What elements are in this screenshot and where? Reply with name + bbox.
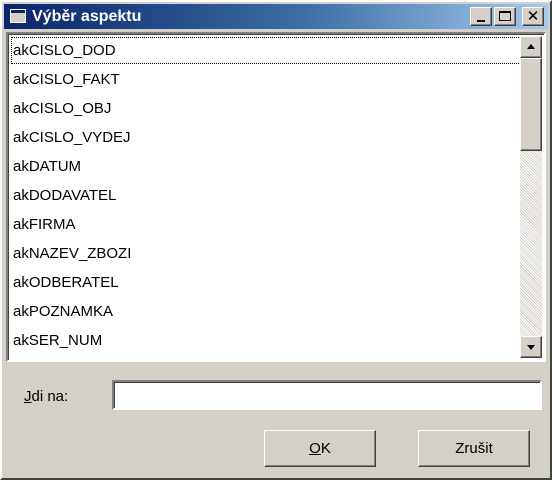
maximize-icon [499,11,511,21]
window-icon[interactable] [10,9,26,23]
list-item[interactable]: akCISLO_VYDEJ [10,123,524,152]
goto-label-rest: di na: [31,388,69,405]
list-item[interactable]: akDATUM [10,152,524,181]
scroll-up-button[interactable] [520,36,542,58]
title-bar[interactable]: Výběr aspektu ✕ [4,4,548,29]
close-button[interactable]: ✕ [522,7,544,26]
dialog-window: Výběr aspektu ✕ akCISLO_DOD akCISLO_FAKT a… [0,0,552,480]
arrow-up-icon [527,44,535,49]
list-item[interactable]: akCISLO_OBJ [10,94,524,123]
cancel-button[interactable]: Zrušit [418,430,530,467]
aspect-list[interactable]: akCISLO_DOD akCISLO_FAKT akCISLO_OBJ akCISL… [6,32,546,362]
list-item[interactable]: akFIRMA [10,210,524,239]
list-item[interactable]: akCISLO_DOD [10,36,524,65]
ok-rest: K [320,440,331,457]
maximize-button[interactable] [494,7,516,26]
ok-button[interactable]: OK [264,430,376,467]
scroll-down-button[interactable] [520,336,542,358]
ok-accel: O [309,440,321,457]
list-item[interactable]: akNAZEV_ZBOZI [10,239,524,268]
minimize-button[interactable] [470,7,492,26]
list-item[interactable]: akPOZNAMKA [10,297,524,326]
goto-label-accel: J [24,388,32,405]
goto-label: Jdi na: [24,388,68,405]
window-title: Výběr aspektu [32,8,142,25]
list-item[interactable]: akSER_NUM [10,326,524,355]
close-icon: ✕ [526,7,540,25]
list-items: akCISLO_DOD akCISLO_FAKT akCISLO_OBJ akCISL… [10,36,524,355]
vertical-scrollbar[interactable] [520,36,542,358]
goto-input[interactable] [112,380,542,410]
minimize-icon [477,20,485,22]
arrow-down-icon [527,345,535,350]
list-item[interactable]: akCISLO_FAKT [10,65,524,94]
scroll-thumb[interactable] [520,58,542,151]
list-item[interactable]: akODBERATEL [10,268,524,297]
list-item[interactable]: akDODAVATEL [10,181,524,210]
